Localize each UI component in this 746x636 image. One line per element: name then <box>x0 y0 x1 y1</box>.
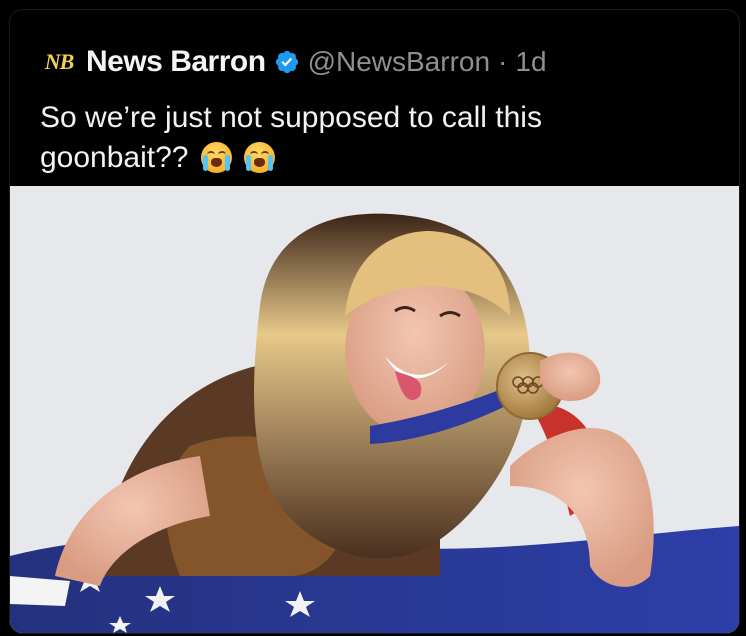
loudly-crying-face-icon <box>244 142 276 173</box>
separator-dot: · <box>498 46 508 77</box>
timestamp[interactable]: 1d <box>515 46 546 78</box>
tweet-text: So we’re just not supposed to call this … <box>40 98 720 178</box>
tweet-text-line2: goonbait?? <box>40 141 189 174</box>
author-handle[interactable]: @NewsBarron <box>308 46 490 78</box>
tweet-text-line1: So we’re just not supposed to call this <box>40 101 542 134</box>
verified-badge-icon <box>275 50 298 74</box>
author-name[interactable]: News Barron <box>86 45 266 79</box>
photo-icon <box>10 186 739 633</box>
tweet-header: NB News Barron @NewsBarron · 1d <box>40 40 719 84</box>
loudly-crying-face-icon <box>200 142 232 173</box>
tweet-media-photo[interactable] <box>10 186 739 633</box>
avatar-logo-text: NB <box>44 49 75 74</box>
avatar[interactable]: NB <box>40 43 78 81</box>
tweet-card[interactable]: NB News Barron @NewsBarron · 1d So we’re… <box>9 9 740 634</box>
